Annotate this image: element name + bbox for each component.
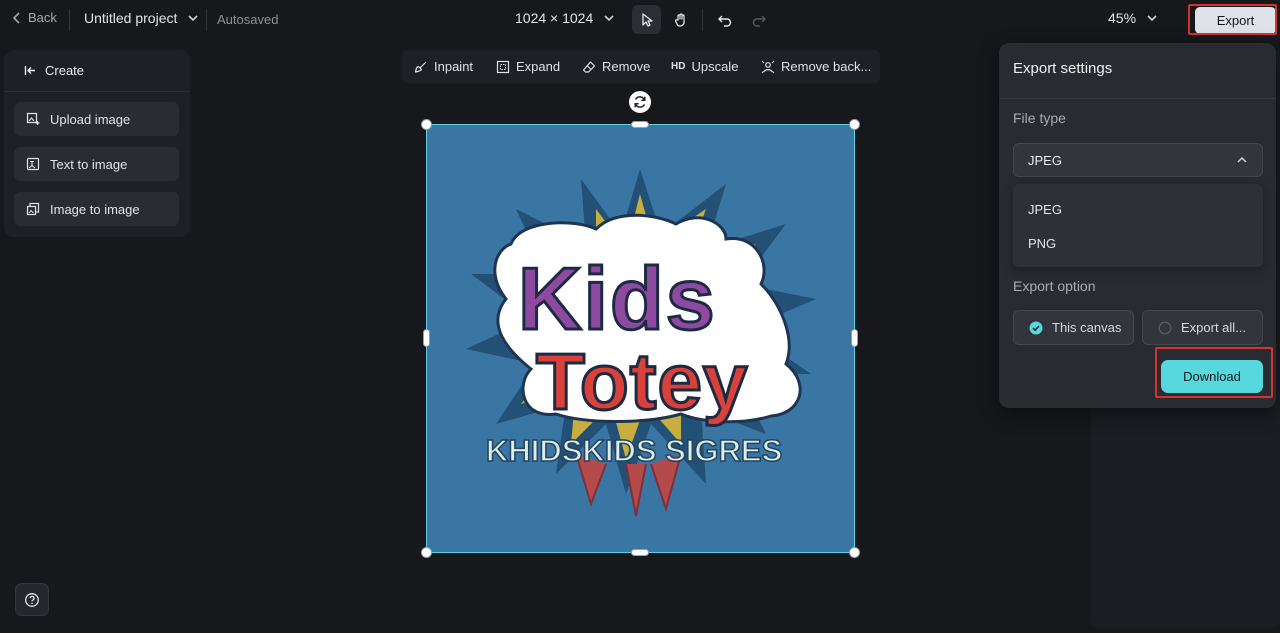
resize-handle-top-left[interactable]: [421, 119, 432, 130]
resize-handle-right[interactable]: [851, 329, 858, 347]
project-name: Untitled project: [84, 10, 178, 26]
image-text-main: Kids: [518, 249, 717, 348]
file-type-select[interactable]: JPEG: [1013, 143, 1263, 177]
undo-button[interactable]: [710, 5, 739, 34]
menu-item-label: Image to image: [50, 201, 140, 217]
chevron-down-icon: [188, 15, 198, 22]
radio-checked-icon: [1029, 321, 1043, 334]
brush-icon: [414, 61, 427, 73]
eraser-icon: [582, 60, 596, 73]
image-to-image-button[interactable]: Image to image: [14, 192, 179, 226]
file-type-label: File type: [1013, 110, 1066, 126]
chevron-down-icon: [1147, 15, 1157, 22]
canvas-image[interactable]: Kids Totey KHIDSKIDS SIGRES: [426, 124, 855, 553]
project-name-dropdown[interactable]: Untitled project: [84, 10, 199, 26]
create-title: Create: [45, 63, 85, 78]
upload-image-button[interactable]: Upload image: [14, 102, 179, 136]
text-to-image-icon: [26, 157, 40, 171]
rotate-icon: [634, 96, 646, 108]
resize-handle-top-right[interactable]: [849, 119, 860, 130]
file-type-option-jpeg[interactable]: JPEG: [1028, 202, 1062, 217]
inpaint-button[interactable]: Inpaint: [414, 59, 473, 74]
remove-button[interactable]: Remove: [582, 59, 650, 74]
help-icon: [25, 592, 39, 607]
create-collapse-button[interactable]: Create: [24, 63, 84, 78]
hd-icon: HD: [671, 61, 686, 72]
back-button[interactable]: Back: [10, 10, 57, 25]
divider: [4, 91, 190, 92]
undo-icon: [717, 15, 731, 27]
upscale-label: Upscale: [691, 59, 739, 74]
divider: [69, 9, 70, 31]
expand-button[interactable]: Expand: [496, 59, 560, 74]
expand-label: Expand: [516, 59, 561, 74]
rotate-handle[interactable]: [629, 91, 651, 113]
top-bar: Back Untitled project Autosaved 1024 × 1…: [0, 0, 1280, 40]
this-canvas-option[interactable]: This canvas: [1013, 310, 1134, 345]
upload-image-icon: [26, 112, 40, 125]
this-canvas-label: This canvas: [1052, 320, 1122, 335]
canvas-size-label: 1024 × 1024: [515, 10, 594, 26]
resize-handle-top[interactable]: [631, 121, 649, 128]
zoom-dropdown[interactable]: 45%: [1108, 10, 1158, 26]
zoom-level: 45%: [1108, 10, 1137, 26]
export-all-label: Export all...: [1181, 320, 1247, 335]
menu-item-label: Upload image: [50, 111, 131, 127]
resize-handle-bottom-right[interactable]: [849, 547, 860, 558]
file-type-value: JPEG: [1028, 152, 1062, 168]
file-type-option-png[interactable]: PNG: [1028, 236, 1056, 251]
expand-icon: [496, 60, 510, 73]
select-tool-button[interactable]: [632, 5, 661, 34]
text-to-image-button[interactable]: Text to image: [14, 147, 179, 181]
resize-handle-bottom-left[interactable]: [421, 547, 432, 558]
chevron-up-icon: [1237, 156, 1247, 163]
help-button[interactable]: [15, 583, 49, 616]
export-option-label: Export option: [1013, 278, 1096, 294]
divider: [206, 9, 207, 31]
export-button[interactable]: Export: [1195, 7, 1276, 34]
menu-item-label: Text to image: [50, 156, 128, 172]
export-settings-panel: Export settings File type JPEG JPEG PNG …: [999, 43, 1276, 408]
chevron-down-icon: [604, 15, 614, 22]
redo-button[interactable]: [744, 5, 773, 34]
image-text-main-2: Totey: [536, 337, 748, 426]
redo-icon: [752, 15, 766, 27]
export-settings-title: Export settings: [1013, 60, 1113, 77]
edit-toolbar: Inpaint Expand Remove HD Upscale Remove …: [402, 50, 880, 83]
remove-background-icon: [761, 60, 775, 73]
image-text-sub: KHIDSKIDS SIGRES: [486, 433, 782, 468]
collapse-left-icon: [24, 66, 35, 75]
autosave-status: Autosaved: [217, 12, 279, 27]
divider: [702, 9, 703, 31]
upscale-button[interactable]: HD Upscale: [671, 59, 738, 74]
divider: [999, 98, 1276, 99]
resize-handle-left[interactable]: [423, 329, 430, 347]
back-label: Back: [28, 10, 57, 25]
inpaint-label: Inpaint: [434, 59, 474, 74]
canvas-size-dropdown[interactable]: 1024 × 1024: [515, 10, 615, 26]
remove-label: Remove: [602, 59, 651, 74]
download-button[interactable]: Download: [1161, 360, 1263, 393]
remove-background-label: Remove back...: [781, 59, 872, 74]
file-type-dropdown: JPEG PNG: [1013, 184, 1263, 267]
resize-handle-bottom[interactable]: [631, 549, 649, 556]
hand-icon: [674, 12, 685, 27]
export-all-option[interactable]: Export all...: [1142, 310, 1263, 345]
pointer-icon: [641, 12, 653, 27]
hand-tool-button[interactable]: [666, 5, 695, 34]
create-panel: Create Upload image Text to image Image …: [4, 50, 190, 237]
remove-background-button[interactable]: Remove back...: [761, 59, 871, 74]
image-to-image-icon: [26, 202, 40, 216]
chevron-left-icon: [12, 11, 20, 24]
radio-unchecked-icon: [1158, 321, 1172, 334]
